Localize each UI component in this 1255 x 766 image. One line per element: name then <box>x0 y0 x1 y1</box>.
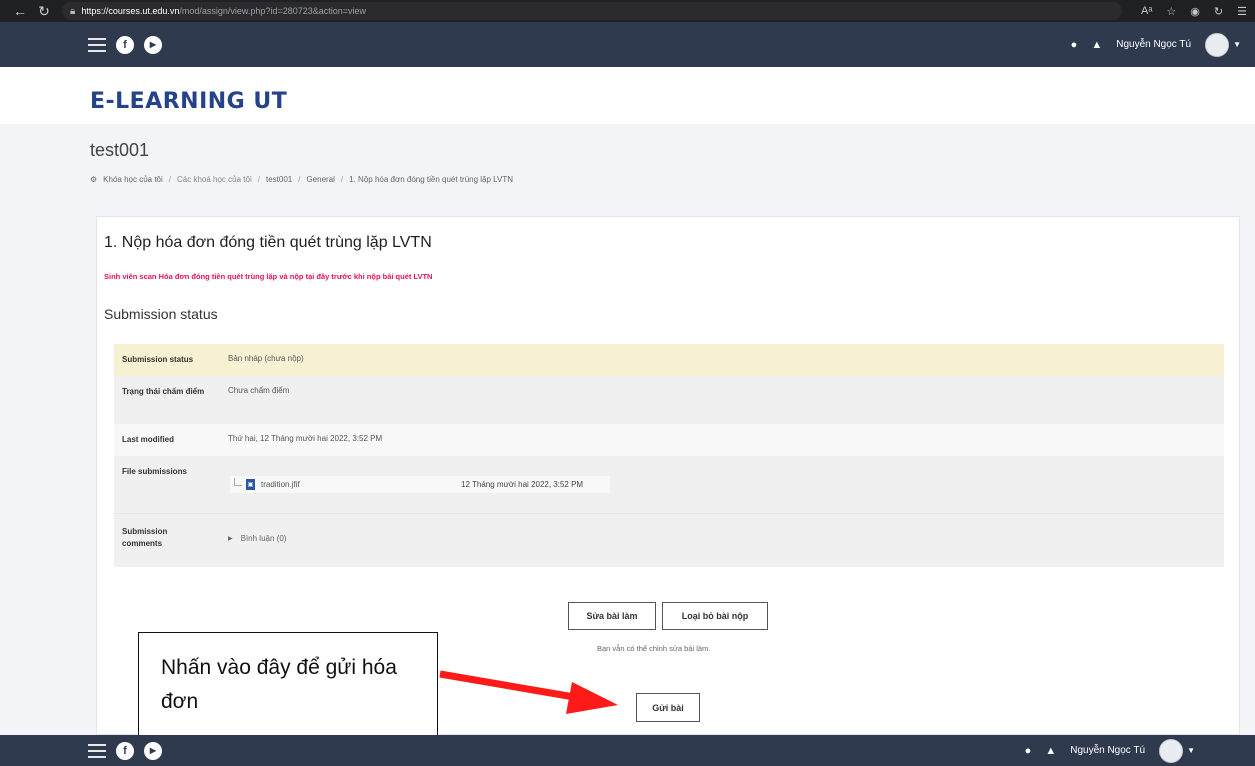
youtube-icon[interactable]: ▶ <box>144 35 162 54</box>
comments-toggle[interactable]: ▶ Bình luận (0) <box>228 534 1210 543</box>
breadcrumb-item[interactable]: 1. Nộp hóa đơn đóng tiền quét trùng lặp … <box>349 175 513 184</box>
extension-icon[interactable]: ◉ <box>1190 5 1200 18</box>
chat-bubble-icon[interactable]: ● <box>1071 39 1078 51</box>
browser-toolbar: ← ↻ 🔒︎ https://courses.ut.edu.vn /mod/as… <box>0 0 1255 22</box>
top-navbar: f ▶ ● ▲ Nguyễn Ngọc Tú ▼ <box>0 22 1255 67</box>
lock-icon: 🔒︎ <box>70 5 76 17</box>
chevron-down-icon[interactable]: ▼ <box>1233 40 1241 49</box>
comments-link[interactable]: Bình luận (0) <box>241 534 287 543</box>
chevron-down-icon[interactable]: ▼ <box>1187 746 1195 755</box>
address-bar[interactable]: 🔒︎ https://courses.ut.edu.vn /mod/assign… <box>62 2 1122 20</box>
tree-line-icon <box>234 477 242 486</box>
row-value: Bản nháp (chưa nộp) <box>228 354 304 363</box>
submission-status-table: Submission status Bản nháp (chưa nộp) Tr… <box>114 344 1224 567</box>
back-arrow-icon[interactable]: ← <box>8 3 32 19</box>
red-arrow-icon <box>439 670 618 714</box>
file-link[interactable]: tradition.jfif <box>261 480 461 489</box>
annotation-callout: Nhấn vào đây để gửi hóa đơn <box>138 632 438 736</box>
bottom-navbar: f ▶ ● ▲ Nguyễn Ngọc Tú ▼ <box>0 735 1255 766</box>
arrow-shaft <box>439 670 581 702</box>
assignment-description: Sinh viên scan Hóa đơn đóng tiền quét tr… <box>104 272 433 281</box>
user-area: ● ▲ Nguyễn Ngọc Tú ▼ <box>1071 32 1241 57</box>
arrow-head <box>566 682 618 714</box>
favorite-star-icon[interactable]: ☆ <box>1166 5 1176 18</box>
breadcrumb-item[interactable]: General <box>306 175 334 184</box>
hamburger-menu-icon[interactable] <box>88 743 106 758</box>
breadcrumb-item[interactable]: Khóa học của tôi <box>103 175 163 184</box>
row-value: ▣ tradition.jfif 12 Tháng mười hai 2022,… <box>214 456 1224 513</box>
file-date: 12 Tháng mười hai 2022, 3:52 PM <box>461 480 584 489</box>
submit-button[interactable]: Gửi bài <box>636 693 700 722</box>
row-label: Submission status <box>122 355 194 364</box>
youtube-icon[interactable]: ▶ <box>144 741 162 760</box>
row-value: Chưa chấm điểm <box>228 386 290 395</box>
url-path: /mod/assign/view.php?id=280723&action=vi… <box>179 6 367 16</box>
table-row: Last modified Thứ hai, 12 Tháng mười hai… <box>114 424 1224 456</box>
table-row: File submissions ▣ tradition.jfif 12 Thá… <box>114 456 1224 513</box>
user-name[interactable]: Nguyễn Ngọc Tú <box>1070 745 1145 756</box>
breadcrumb-item[interactable]: Các khoá học của tôi <box>177 175 252 184</box>
chat-bubble-icon[interactable]: ● <box>1025 745 1032 757</box>
user-name[interactable]: Nguyễn Ngọc Tú <box>1116 39 1191 50</box>
page-title: test001 <box>90 140 150 160</box>
assignment-title: 1. Nộp hóa đơn đóng tiền quét trùng lặp … <box>104 234 432 251</box>
submission-status-heading: Submission status <box>104 306 218 322</box>
edit-submission-button[interactable]: Sửa bài làm <box>568 602 656 630</box>
edit-hint: Bạn vẫn có thể chỉnh sửa bài làm. <box>597 644 711 653</box>
row-value: Thứ hai, 12 Tháng mười hai 2022, 3:52 PM <box>228 434 383 443</box>
user-area: ● ▲ Nguyễn Ngọc Tú ▼ <box>1025 738 1195 763</box>
refresh-circle-icon[interactable]: ↻ <box>1214 5 1223 18</box>
read-aloud-icon[interactable]: Aᵃ <box>1141 5 1152 18</box>
table-row: Submission comments ▶ Bình luận (0) <box>114 513 1224 567</box>
bell-icon[interactable]: ▲ <box>1045 745 1056 757</box>
dashboard-icon: ⚙︎ <box>90 175 98 184</box>
facebook-icon[interactable]: f <box>116 741 134 760</box>
row-label: Submission comments <box>122 527 168 548</box>
breadcrumb-item[interactable]: test001 <box>266 175 292 184</box>
bell-icon[interactable]: ▲ <box>1091 39 1102 51</box>
row-label: File submissions <box>122 467 187 476</box>
facebook-icon[interactable]: f <box>116 35 134 54</box>
avatar[interactable] <box>1205 32 1230 57</box>
row-value: ▶ Bình luận (0) <box>214 514 1224 567</box>
logo-band: E-LEARNING UT <box>0 67 1255 124</box>
table-row: Trạng thái chấm điểm Chưa chấm điểm <box>114 376 1224 424</box>
remove-submission-button[interactable]: Loại bỏ bài nộp <box>662 602 768 630</box>
row-label: Trạng thái chấm điểm <box>122 387 205 396</box>
breadcrumb: ⚙︎ Khóa học của tôi / Các khoá học của t… <box>90 175 514 184</box>
url-host: https://courses.ut.edu.vn <box>81 6 180 16</box>
browser-actions: Aᵃ ☆ ◉ ↻ ☰ <box>1141 5 1247 18</box>
favorites-list-icon[interactable]: ☰ <box>1237 5 1247 18</box>
file-icon: ▣ <box>246 479 255 490</box>
row-label: Last modified <box>122 435 175 444</box>
file-item: ▣ tradition.jfif 12 Tháng mười hai 2022,… <box>230 476 610 493</box>
refresh-icon[interactable]: ↻ <box>32 3 56 20</box>
hamburger-menu-icon[interactable] <box>88 37 106 52</box>
table-row: Submission status Bản nháp (chưa nộp) <box>114 344 1224 376</box>
triangle-right-icon: ▶ <box>228 536 233 542</box>
avatar[interactable] <box>1159 738 1184 763</box>
site-logo[interactable]: E-LEARNING UT <box>90 89 287 114</box>
